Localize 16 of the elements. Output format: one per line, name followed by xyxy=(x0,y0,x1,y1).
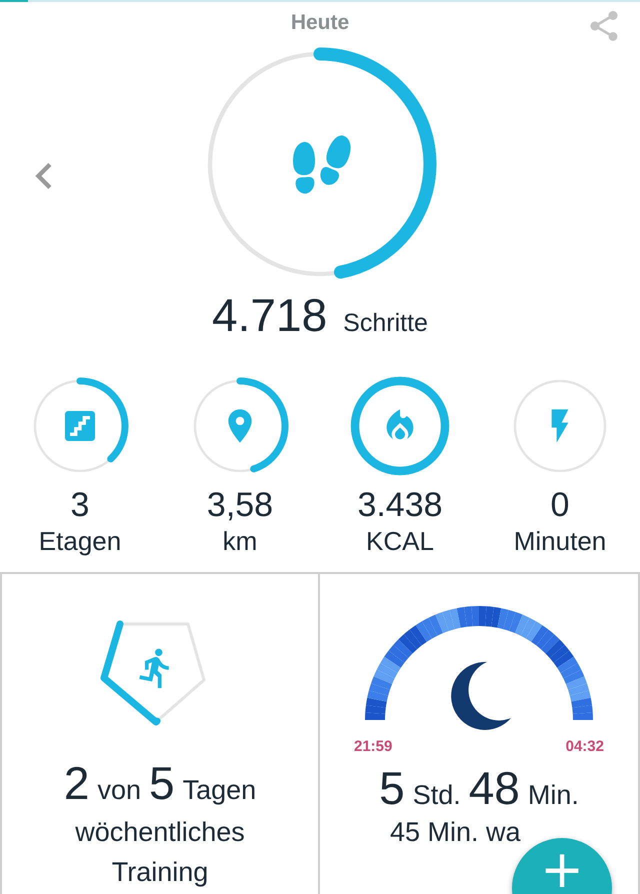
sleep-duration: 5 Std. 48 Min. xyxy=(379,761,579,815)
stat-value: 3,58 xyxy=(206,486,274,524)
moon-icon xyxy=(451,662,511,730)
steps-unit: Schritte xyxy=(343,309,428,338)
page-title: Heute xyxy=(290,11,350,35)
steps-count: 4.718 xyxy=(212,288,328,342)
stat-value: 3.438 xyxy=(357,486,443,524)
stat-value: 0 xyxy=(550,486,570,524)
stat-label: km xyxy=(222,525,258,558)
sleep-start-time: 21:59 xyxy=(354,738,392,755)
stat-label: Minuten xyxy=(514,525,606,558)
sleep-end-time: 04:32 xyxy=(566,738,604,755)
stat-label: KCAL xyxy=(366,525,434,558)
exercise-goal-label: wöchentliches Training xyxy=(74,816,246,889)
stat-value: 3 xyxy=(70,486,90,524)
stat-label: Etagen xyxy=(38,525,122,558)
